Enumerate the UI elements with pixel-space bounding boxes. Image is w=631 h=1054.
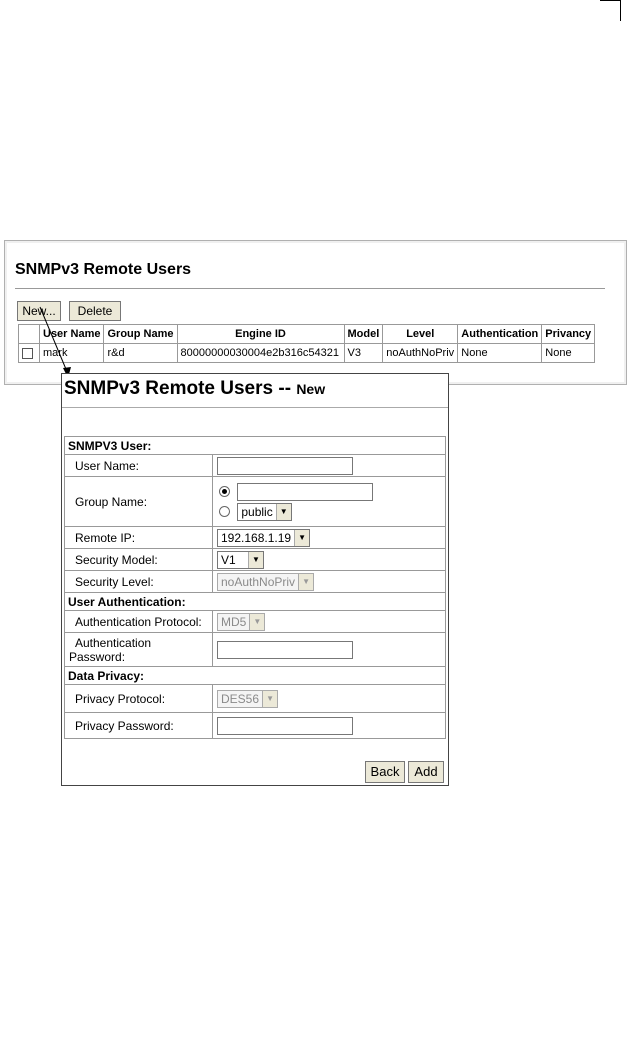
auth-password-label-line-1: Authentication: [75, 635, 152, 650]
new-panel-title-text: SNMPv3 Remote Users --: [64, 378, 292, 399]
form-row-group-name: Group Name: public ▼: [64, 476, 446, 527]
group-name-label: Group Name:: [64, 476, 213, 527]
new-remote-user-panel: SNMPv3 Remote Users -- New SNMPV3 User: …: [61, 373, 449, 786]
remote-ip-cell: 192.168.1.19 ▼: [212, 526, 446, 549]
security-level-select[interactable]: noAuthNoPriv ▼: [217, 572, 315, 591]
section-snmpv3-user: SNMPV3 User:: [64, 436, 446, 455]
group-custom-radio[interactable]: [219, 486, 230, 497]
auth-password-cell: [212, 632, 446, 667]
chevron-down-icon: ▼: [248, 551, 263, 568]
user-name-input[interactable]: [217, 456, 353, 475]
form-row-auth-password: Authentication Password:: [64, 632, 446, 667]
privacy-protocol-label: Privacy Protocol:: [64, 684, 213, 713]
group-name-select[interactable]: public ▼: [237, 502, 292, 521]
group-select-value: public: [241, 504, 273, 519]
section-row: Data Privacy:: [64, 666, 446, 685]
security-model-value: V1: [221, 552, 236, 567]
privacy-protocol-value: DES56: [221, 691, 260, 706]
section-data-privacy: Data Privacy:: [64, 666, 446, 685]
user-name-label: User Name:: [64, 454, 213, 477]
snmpv3-user-form: SNMPV3 User: User Name: Group Name: publ…: [64, 436, 446, 739]
auth-protocol-cell: MD5 ▼: [212, 610, 446, 633]
auth-protocol-label: Authentication Protocol:: [64, 610, 213, 633]
chevron-down-icon: ▼: [275, 503, 291, 520]
chevron-down-icon: ▼: [294, 529, 310, 546]
privacy-protocol-select[interactable]: DES56 ▼: [217, 689, 279, 708]
group-select-radio[interactable]: [219, 506, 230, 517]
form-row-security-model: Security Model: V1 ▼: [64, 548, 446, 571]
chevron-down-icon: ▼: [249, 613, 265, 630]
remote-ip-value: 192.168.1.19: [221, 530, 292, 545]
section-row: User Authentication:: [64, 592, 446, 611]
security-level-label: Security Level:: [64, 570, 213, 593]
form-row-security-level: Security Level: noAuthNoPriv ▼: [64, 570, 446, 593]
auth-protocol-value: MD5: [221, 614, 247, 629]
form-row-user-name: User Name:: [64, 454, 446, 477]
auth-password-label-line-2: Password:: [69, 649, 126, 664]
security-model-cell: V1 ▼: [212, 548, 446, 571]
form-row-remote-ip: Remote IP: 192.168.1.19 ▼: [64, 526, 446, 549]
new-panel-subtitle: New: [296, 381, 326, 397]
group-name-input[interactable]: [237, 482, 374, 501]
privacy-password-label: Privacy Password:: [64, 712, 213, 739]
auth-protocol-select[interactable]: MD5 ▼: [217, 612, 266, 631]
remote-ip-select[interactable]: 192.168.1.19 ▼: [217, 528, 311, 547]
form-row-privacy-protocol: Privacy Protocol: DES56 ▼: [64, 684, 446, 713]
privacy-protocol-cell: DES56 ▼: [212, 684, 446, 713]
new-panel-divider: [62, 407, 448, 408]
form-row-privacy-password: Privacy Password:: [64, 712, 446, 739]
form-row-auth-protocol: Authentication Protocol: MD5 ▼: [64, 610, 446, 633]
security-level-value: noAuthNoPriv: [221, 574, 296, 589]
section-user-authentication: User Authentication:: [64, 592, 446, 611]
auth-password-label: Authentication Password:: [64, 632, 213, 667]
chevron-down-icon: ▼: [298, 573, 314, 590]
back-button[interactable]: Back: [365, 761, 405, 783]
security-model-label: Security Model:: [64, 548, 213, 571]
security-level-cell: noAuthNoPriv ▼: [212, 570, 446, 593]
privacy-password-input[interactable]: [217, 716, 353, 735]
security-model-select[interactable]: V1 ▼: [217, 550, 264, 569]
add-button[interactable]: Add: [408, 761, 444, 783]
user-name-cell: [212, 454, 446, 477]
privacy-password-cell: [212, 712, 446, 739]
group-name-cell: public ▼: [212, 476, 446, 527]
remote-ip-label: Remote IP:: [64, 526, 213, 549]
section-row: SNMPV3 User:: [64, 436, 446, 455]
auth-password-input[interactable]: [217, 640, 353, 659]
new-panel-title: SNMPv3 Remote Users -- New: [64, 378, 325, 400]
chevron-down-icon: ▼: [262, 690, 278, 707]
